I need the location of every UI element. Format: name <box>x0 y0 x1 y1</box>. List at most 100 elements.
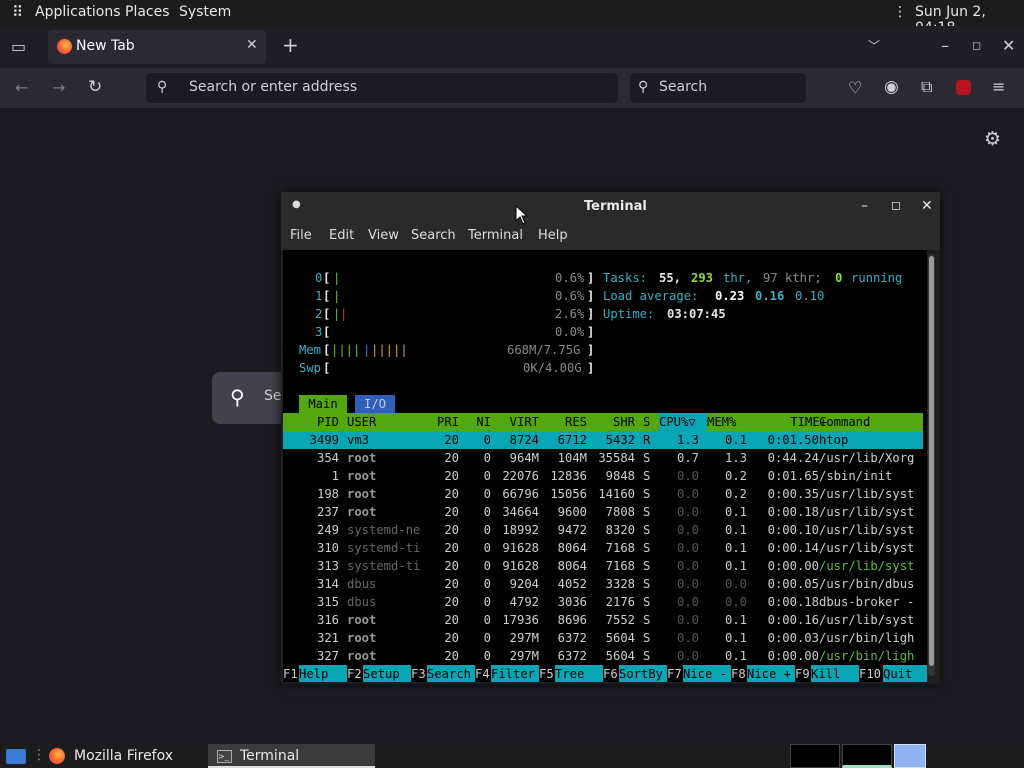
table-row[interactable]: 310 systemd-ti 20 0 91628 8064 7168 S 0.0 0.1 0:00… <box>283 539 923 557</box>
process-table-header[interactable]: PID USER PRI NI VIRT RES SHR S CPU%▽ MEM… <box>283 413 923 431</box>
menu-icon[interactable]: ≡ <box>992 79 1005 95</box>
table-row[interactable]: 321 root 20 0 297M 6372 5604 S 0.0 0.1 0:00.03/usr… <box>283 629 923 647</box>
fkey-f5-button[interactable]: Tree <box>555 665 603 682</box>
terminal-close-icon[interactable]: ✕ <box>921 198 933 214</box>
table-cell: root <box>347 505 377 519</box>
terminal-window[interactable]: ● Terminal – ◻ ✕ File Edit View Search T… <box>281 192 940 684</box>
fkey-f1-button[interactable]: Help <box>299 665 347 682</box>
table-row[interactable]: 237 root 20 0 34664 9600 7808 S 0.0 0.1 0:00.18/us… <box>283 503 923 521</box>
fkey-f7-button[interactable]: Nice - <box>683 665 731 682</box>
menu-file[interactable]: File <box>290 228 312 243</box>
reload-icon[interactable]: ↻ <box>88 79 102 96</box>
show-desktop-icon[interactable] <box>6 749 26 764</box>
menu-help[interactable]: Help <box>538 228 568 243</box>
window-menu-icon[interactable]: ● <box>292 199 301 210</box>
applications-menu[interactable]: Applications <box>35 4 121 20</box>
ublock-icon[interactable] <box>956 80 971 95</box>
list-all-tabs-icon[interactable]: ﹀ <box>868 38 880 54</box>
table-row[interactable]: 1 root 20 0 22076 12836 9848 S 0.0 0.2 0:01.65/sbi… <box>283 467 923 485</box>
search-bar[interactable]: ⚲ Search <box>630 73 806 103</box>
table-cell: 310 <box>316 541 339 555</box>
terminal-menubar: File Edit View Search Terminal Help <box>281 222 940 250</box>
forward-icon[interactable]: → <box>52 80 65 96</box>
table-cell: 0.0 <box>724 577 747 591</box>
meter-value: 2.6% <box>555 307 585 321</box>
table-row[interactable]: 249 systemd-ne 20 0 18992 9472 8320 S 0.0 0.1 0:00… <box>283 521 923 539</box>
table-row[interactable]: 3499 vm3 20 0 8724 6712 5432 R 1.3 0.1 0:01.50 htop <box>283 431 923 449</box>
table-cell: 297M <box>509 631 539 645</box>
menu-terminal[interactable]: Terminal <box>468 228 523 243</box>
meter-value: 0.6% <box>555 271 585 285</box>
fkey-f9-button[interactable]: Kill <box>811 665 859 682</box>
extensions-icon[interactable]: ⧉ <box>921 79 932 95</box>
fkey-f6-button[interactable]: SortBy <box>619 665 667 682</box>
url-placeholder: Search or enter address <box>189 79 358 95</box>
workspace-3[interactable] <box>894 744 926 768</box>
system-menu[interactable]: System <box>179 4 231 20</box>
table-row[interactable]: 354 root 20 0 964M 104M 35584 S 0.7 1.3 0:44.24/us… <box>283 449 923 467</box>
table-cell: systemd-ne <box>347 523 421 537</box>
tab-main[interactable]: Main <box>299 395 347 413</box>
table-cell: R <box>643 433 651 447</box>
table-cell: 6372 <box>557 649 587 663</box>
table-row[interactable]: 198 root 20 0 66796 15056 14160 S 0.0 0.2 0:00.35/… <box>283 485 923 503</box>
table-cell: 3328 <box>605 577 635 591</box>
table-cell: 8064 <box>557 541 587 555</box>
account-icon[interactable]: ◉ <box>884 79 899 96</box>
minimize-window-icon[interactable]: – <box>941 38 949 54</box>
function-key-bar: F1 Help F2 Setup F3 Search F4 Filter F5 Tree F6… <box>283 665 927 682</box>
table-cell: 6712 <box>557 433 587 447</box>
tab-list-icon[interactable]: ▭ <box>11 39 26 55</box>
menu-view[interactable]: View <box>368 228 399 243</box>
table-cell: 0.1 <box>724 631 747 645</box>
back-icon[interactable]: ← <box>15 80 28 96</box>
table-cell: 0.1 <box>724 649 747 663</box>
terminal-maximize-icon[interactable]: ◻ <box>891 198 901 212</box>
taskbar-firefox[interactable]: Mozilla Firefox <box>74 748 173 764</box>
table-cell: root <box>347 451 377 465</box>
table-row[interactable]: 313 systemd-ti 20 0 91628 8064 7168 S 0.0 0.1 0:00… <box>283 557 923 575</box>
table-cell: 0 <box>483 523 491 537</box>
fkey-f8: F8 <box>731 667 746 681</box>
menu-edit[interactable]: Edit <box>329 228 354 243</box>
cpu-meter-0: 0[| 0.6%] <box>315 271 595 285</box>
table-cell: 964M <box>509 451 539 465</box>
new-tab-icon[interactable]: + <box>282 35 299 55</box>
fkey-f3-button[interactable]: Search <box>427 665 475 682</box>
tab-close-icon[interactable]: ✕ <box>246 37 258 53</box>
places-menu[interactable]: Places <box>125 4 170 20</box>
terminal-scrollbar[interactable] <box>928 254 935 676</box>
pocket-icon[interactable]: ♡ <box>848 80 862 96</box>
table-cell: 9600 <box>557 505 587 519</box>
table-row[interactable]: 314 dbus 20 0 9204 4052 3328 S 0.0 0.0 0:00.05/usr… <box>283 575 923 593</box>
tab-new-tab[interactable]: New Tab ✕ <box>48 30 266 64</box>
maximize-window-icon[interactable]: ◻ <box>972 38 981 54</box>
table-row[interactable]: 327 root 20 0 297M 6372 5604 S 0.0 0.1 0:00.00/usr… <box>283 647 923 665</box>
close-window-icon[interactable]: ✕ <box>1002 38 1015 54</box>
table-cell: /sbin/init <box>819 469 893 483</box>
cpu-meter-1: 1[| 0.6%] <box>315 289 595 303</box>
menu-search[interactable]: Search <box>411 228 456 243</box>
table-cell: 327 <box>316 649 339 663</box>
fkey-f2-button[interactable]: Setup <box>363 665 411 682</box>
table-cell: 0:00.18 <box>767 595 819 609</box>
table-cell: 0:00.00 <box>767 649 819 663</box>
workspace-2[interactable] <box>842 744 892 768</box>
workspace-1[interactable] <box>790 744 840 768</box>
fkey-f8-button[interactable]: Nice + <box>747 665 795 682</box>
terminal-minimize-icon[interactable]: – <box>861 198 868 214</box>
fkey-f9: F9 <box>795 667 810 681</box>
panel-more-icon[interactable]: ⋮ <box>893 4 907 20</box>
taskbar-terminal[interactable]: Terminal <box>240 748 299 764</box>
table-row[interactable]: 315 dbus 20 0 4792 3036 2176 S 0.0 0.0 0:00.18 dbus… <box>283 593 923 611</box>
table-row[interactable]: 316 root 20 0 17936 8696 7552 S 0.0 0.1 0:00.16/us… <box>283 611 923 629</box>
table-cell: 5604 <box>605 631 635 645</box>
tab-io[interactable]: I/O <box>355 395 395 413</box>
terminal-titlebar[interactable]: ● Terminal – ◻ ✕ <box>281 192 940 222</box>
settings-gear-icon[interactable]: ⚙ <box>984 130 1001 149</box>
fkey-f4-button[interactable]: Filter <box>491 665 539 682</box>
terminal-body[interactable]: 0[| 0.6%] 1[| 0.6%] 2[| | 2.6%] 3[0.0%] Mem[… <box>283 250 927 682</box>
apps-grid-icon[interactable]: ⠿ <box>12 3 23 21</box>
url-bar[interactable]: ⚲ Search or enter address <box>146 73 618 103</box>
fkey-f10-button[interactable]: Quit <box>883 665 927 682</box>
